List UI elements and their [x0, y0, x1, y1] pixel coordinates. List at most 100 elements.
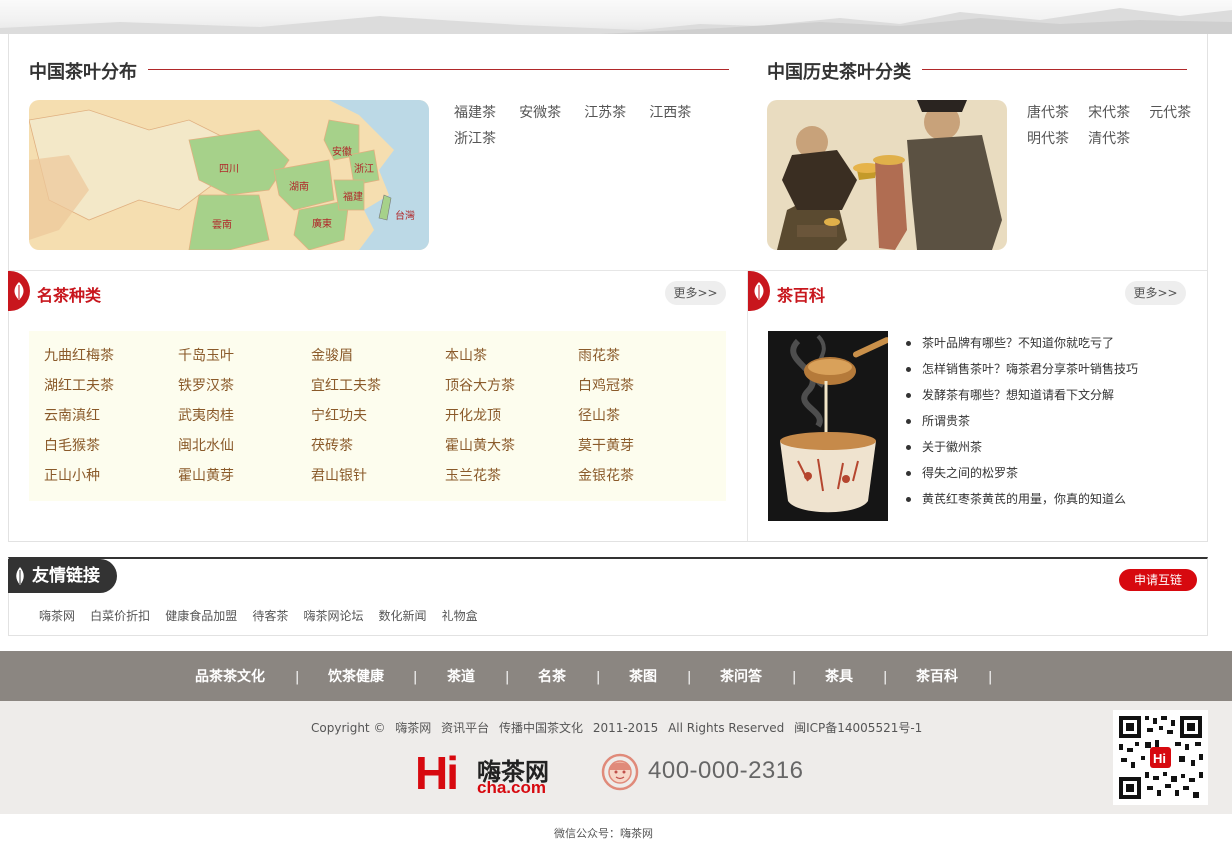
friend-link[interactable]: 白菜价折扣 — [90, 609, 150, 623]
footer-nav-separator: | — [988, 670, 993, 685]
distribution-title: 中国茶叶分布 — [29, 62, 137, 83]
era-link-qing[interactable]: 清代茶 — [1088, 126, 1130, 152]
famous-tea-item[interactable]: 铁罗汉茶 — [178, 375, 234, 395]
copyright-slogan: 传播中国茶文化 — [498, 721, 583, 735]
friend-link[interactable]: 嗨茶网论坛 — [303, 609, 363, 623]
tea-pour-photo[interactable] — [768, 331, 888, 521]
footer-nav-separator: | — [295, 670, 300, 685]
famous-tea-item[interactable]: 径山茶 — [578, 405, 620, 425]
qr-code: Hi — [1113, 710, 1208, 805]
famous-more-button[interactable]: 更多>> — [665, 281, 726, 305]
famous-tea-item[interactable]: 茯砖茶 — [311, 435, 353, 455]
famous-tea-item[interactable]: 本山茶 — [445, 345, 487, 365]
friend-link[interactable]: 礼物盒 — [442, 609, 478, 623]
famous-tea-item[interactable]: 正山小种 — [44, 465, 100, 485]
era-link-yuan[interactable]: 元代茶 — [1149, 100, 1191, 126]
qr-logo-hi: Hi — [1153, 751, 1166, 766]
footer-nav-separator: | — [883, 670, 888, 685]
footer-nav-item[interactable]: 茶具 — [825, 651, 853, 703]
region-link-zhejiang[interactable]: 浙江茶 — [454, 126, 496, 152]
famous-tea-item[interactable]: 君山银针 — [311, 465, 367, 485]
friend-link[interactable]: 嗨茶网 — [39, 609, 75, 623]
map-label-yunnan: 雲南 — [212, 218, 232, 231]
copyright-rights: All Rights Reserved — [668, 721, 785, 735]
wiki-article-item[interactable]: 茶叶品牌有哪些？不知道你就吃亏了 — [906, 330, 1196, 356]
footer-nav-item[interactable]: 品茶茶文化 — [195, 651, 265, 703]
famous-tea-item[interactable]: 云南滇红 — [44, 405, 100, 425]
copyright-site[interactable]: 嗨茶网 — [395, 721, 431, 735]
famous-tea-item[interactable]: 顶谷大方茶 — [445, 375, 515, 395]
apply-link-button[interactable]: 申请互链 — [1119, 569, 1197, 591]
customer-service-icon — [600, 752, 640, 792]
famous-tea-item[interactable]: 金银花茶 — [578, 465, 634, 485]
icp-number[interactable]: 闽ICP备14005521号-1 — [794, 721, 922, 735]
famous-title: 名茶种类 — [37, 286, 102, 305]
hotline-number: 400-000-2316 — [648, 757, 804, 784]
footer-nav-separator: | — [505, 670, 510, 685]
region-link-fujian[interactable]: 福建茶 — [454, 100, 496, 126]
friend-link[interactable]: 待客茶 — [252, 609, 288, 623]
copyright-symbol: Copyright © — [311, 721, 386, 735]
famous-tea-item[interactable]: 玉兰花茶 — [445, 465, 501, 485]
section-divider — [9, 270, 1207, 271]
footer-nav-item[interactable]: 茶百科 — [916, 651, 958, 703]
copyright-platform: 资讯平台 — [441, 721, 490, 735]
famous-tea-item[interactable]: 金骏眉 — [311, 345, 353, 365]
hicha-logo[interactable]: Hi 嗨茶网 cha.com — [415, 747, 571, 799]
famous-tea-item[interactable]: 开化龙顶 — [445, 405, 501, 425]
wechat-account: 微信公众号：嗨茶网 — [554, 827, 653, 840]
history-title-line — [922, 69, 1187, 70]
history-links: 唐代茶 宋代茶 元代茶 明代茶 清代茶 — [1027, 100, 1207, 152]
footer-nav-item[interactable]: 茶问答 — [720, 651, 762, 703]
famous-tea-item[interactable]: 雨花茶 — [578, 345, 620, 365]
era-link-ming[interactable]: 明代茶 — [1027, 126, 1069, 152]
era-link-tang[interactable]: 唐代茶 — [1027, 100, 1069, 126]
famous-tea-item[interactable]: 宜红工夫茶 — [311, 375, 381, 395]
footer-nav-separator: | — [687, 670, 692, 685]
friend-link[interactable]: 健康食品加盟 — [165, 609, 237, 623]
map-label-guangdong: 廣東 — [312, 217, 332, 230]
footer-nav-item[interactable]: 茶图 — [629, 651, 657, 703]
era-link-song[interactable]: 宋代茶 — [1088, 100, 1130, 126]
famous-tea-item[interactable]: 白毛猴茶 — [44, 435, 100, 455]
region-link-jiangxi[interactable]: 江西茶 — [649, 100, 691, 126]
friend-link[interactable]: 数化新闻 — [379, 609, 427, 623]
famous-tea-item[interactable]: 闽北水仙 — [178, 435, 234, 455]
footer-nav-item[interactable]: 茶道 — [447, 651, 475, 703]
wiki-article-item[interactable]: 发酵茶有哪些？想知道请看下文分解 — [906, 382, 1196, 408]
footer-nav-item[interactable]: 饮茶健康 — [328, 651, 384, 703]
distribution-links: 福建茶 安微茶 江苏茶 江西茶 浙江茶 — [454, 100, 734, 152]
map-label-hunan: 湖南 — [289, 180, 309, 193]
map-label-taiwan: 台灣 — [395, 209, 415, 222]
china-tea-map[interactable]: 四川 安徽 浙江 湖南 福建 雲南 廣東 台灣 — [29, 100, 429, 250]
region-link-anhui[interactable]: 安微茶 — [519, 100, 561, 126]
wiki-article-item[interactable]: 所谓贵茶 — [906, 408, 1196, 434]
friend-links-list: 嗨茶网 白菜价折扣 健康食品加盟 待客茶 嗨茶网论坛 数化新闻 礼物盒 — [39, 605, 488, 624]
friend-links-tag: 友情链接 — [8, 559, 117, 593]
famous-tea-grid: 九曲红梅茶 千岛玉叶 金骏眉 本山茶 雨花茶 湖红工夫茶 铁罗汉茶 宜红工夫茶 … — [29, 331, 726, 501]
famous-tea-item[interactable]: 白鸡冠茶 — [578, 375, 634, 395]
region-link-jiangsu[interactable]: 江苏茶 — [584, 100, 626, 126]
famous-tea-item[interactable]: 千岛玉叶 — [178, 345, 234, 365]
history-tea-painting[interactable] — [767, 100, 1007, 250]
famous-tea-item[interactable]: 湖红工夫茶 — [44, 375, 114, 395]
wiki-article-item[interactable]: 黄芪红枣茶黄芪的用量，你真的知道么 — [906, 486, 1196, 512]
wiki-article-item[interactable]: 怎样销售茶叶？嗨茶君分享茶叶销售技巧 — [906, 356, 1196, 382]
history-title: 中国历史茶叶分类 — [767, 62, 911, 83]
copyright-years: 2011-2015 — [592, 721, 659, 735]
map-label-sichuan: 四川 — [219, 164, 239, 175]
famous-tea-item[interactable]: 霍山黄芽 — [178, 465, 234, 485]
footer-nav-item[interactable]: 名茶 — [538, 651, 566, 703]
famous-tea-item[interactable]: 武夷肉桂 — [178, 405, 234, 425]
famous-tea-item[interactable]: 霍山黄大茶 — [445, 435, 515, 455]
wiki-article-item[interactable]: 关于徽州茶 — [906, 434, 1196, 460]
famous-tea-item[interactable]: 宁红功夫 — [311, 405, 367, 425]
wiki-article-item[interactable]: 得失之间的松罗茶 — [906, 460, 1196, 486]
famous-tea-item[interactable]: 莫干黄芽 — [578, 435, 634, 455]
leaf-icon — [14, 282, 24, 300]
map-label-zhejiang: 浙江 — [354, 163, 374, 175]
wiki-more-button[interactable]: 更多>> — [1125, 281, 1186, 305]
footer-nav-separator: | — [413, 670, 418, 685]
map-label-anhui: 安徽 — [332, 145, 352, 158]
famous-tea-item[interactable]: 九曲红梅茶 — [44, 345, 114, 365]
